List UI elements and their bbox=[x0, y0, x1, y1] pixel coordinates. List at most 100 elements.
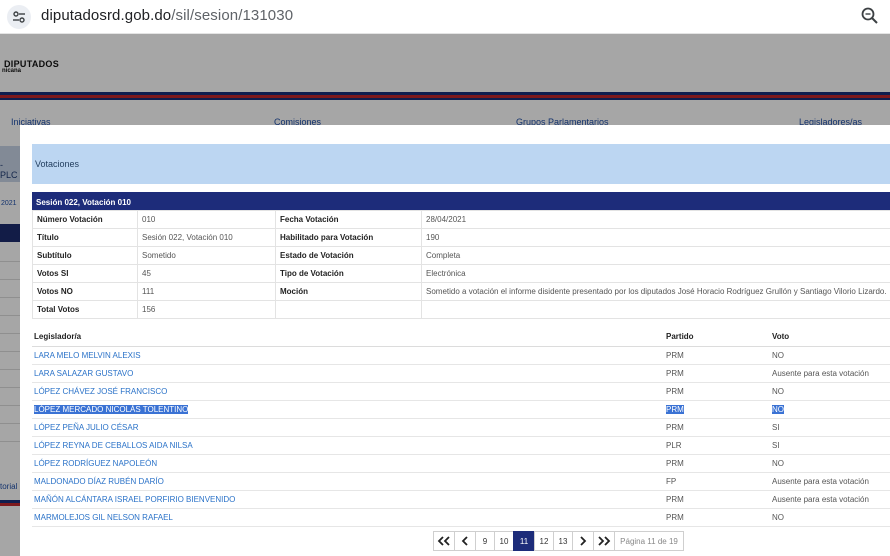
info-label: Número Votación bbox=[32, 210, 138, 229]
info-value: 156 bbox=[137, 300, 276, 319]
legislator-party: FP bbox=[664, 472, 770, 491]
column-header-legislador: Legislador/a bbox=[32, 328, 664, 347]
legislator-party: PRM bbox=[664, 346, 770, 365]
prev-page-button[interactable] bbox=[454, 531, 476, 551]
column-header-voto: Voto bbox=[770, 328, 890, 347]
legislator-row: MALDONADO DÍAZ RUBÉN DARÍO FP Ausente para… bbox=[32, 472, 890, 491]
vote-info-row: Total Votos 156 bbox=[32, 300, 890, 319]
legislator-row: LÓPEZ MERCADO NICOLÁS TOLENTINO PRM NO bbox=[32, 400, 890, 419]
legislator-row: LÓPEZ CHÁVEZ JOSÉ FRANCISCO PRM NO bbox=[32, 382, 890, 401]
legislators-table-header: Legislador/a Partido Voto bbox=[32, 328, 890, 347]
info-value: 010 bbox=[137, 210, 276, 229]
info-value: Sometido bbox=[137, 246, 276, 265]
legislator-name[interactable]: LARA MELO MELVIN ALEXIS bbox=[32, 346, 664, 365]
selected-text: PRM bbox=[666, 404, 684, 414]
legislator-row: MAÑÓN ALCÁNTARA ISRAEL PORFIRIO BIENVENI… bbox=[32, 490, 890, 509]
session-header: Sesión 022, Votación 010 bbox=[32, 192, 890, 210]
info-label bbox=[275, 300, 422, 319]
legislator-name[interactable]: MARMOLEJOS GIL NELSON RAFAEL bbox=[32, 508, 664, 527]
info-label: Estado de Votación bbox=[275, 246, 422, 265]
legislator-name[interactable]: LÓPEZ RODRÍGUEZ NAPOLEÓN bbox=[32, 454, 664, 473]
vote-summary: Sesión 022, Votación 010 Número Votación… bbox=[32, 192, 890, 319]
url-path: /sil/sesion/131030 bbox=[171, 7, 294, 24]
chevron-right-icon bbox=[580, 536, 587, 546]
site-settings-icon[interactable] bbox=[7, 5, 31, 29]
legislator-vote: SI bbox=[770, 436, 890, 455]
votaciones-modal: Votaciones Sesión 022, Votación 010 Núme… bbox=[20, 125, 890, 556]
vote-info-row: Título Sesión 022, Votación 010 Habilitado… bbox=[32, 228, 890, 247]
legislator-row: LÓPEZ RODRÍGUEZ NAPOLEÓN PRM NO bbox=[32, 454, 890, 473]
info-label: Tipo de Votación bbox=[275, 264, 422, 283]
selected-text: LÓPEZ MERCADO NICOLÁS TOLENTINO bbox=[34, 404, 189, 414]
zoom-icon[interactable] bbox=[860, 6, 880, 26]
info-label: Fecha Votación bbox=[275, 210, 422, 229]
legislator-name[interactable]: LÓPEZ CHÁVEZ JOSÉ FRANCISCO bbox=[32, 382, 664, 401]
legislator-party: PRM bbox=[664, 400, 770, 419]
legislator-vote: NO bbox=[770, 382, 890, 401]
last-page-button[interactable] bbox=[593, 531, 615, 551]
legislator-party: PRM bbox=[664, 508, 770, 527]
info-label: Título bbox=[32, 228, 138, 247]
page-button-11[interactable]: 11 bbox=[513, 531, 535, 551]
double-chevron-right-icon bbox=[598, 536, 611, 546]
url-host: diputadosrd.gob.do bbox=[41, 7, 172, 24]
vote-info-table: Número Votación 010 Fecha Votación 28/04/20… bbox=[32, 210, 890, 319]
legislator-vote: SI bbox=[770, 418, 890, 437]
legislator-vote: NO bbox=[770, 400, 890, 419]
legislator-party: PRM bbox=[664, 454, 770, 473]
info-label: Total Votos bbox=[32, 300, 138, 319]
legislator-name[interactable]: LÓPEZ REYNA DE CEBALLOS AIDA NILSA bbox=[32, 436, 664, 455]
legislator-name[interactable]: MAÑÓN ALCÁNTARA ISRAEL PORFIRIO BIENVENI… bbox=[32, 490, 664, 509]
legislator-party: PRM bbox=[664, 490, 770, 509]
pagination: 9 10 11 12 13 Página 11 de 19 bbox=[433, 531, 684, 551]
info-value: 28/04/2021 bbox=[421, 210, 890, 229]
page-button-12[interactable]: 12 bbox=[534, 531, 554, 551]
legislator-row: LARA SALAZAR GUSTAVO PRM Ausente para esta… bbox=[32, 364, 890, 383]
info-value: 45 bbox=[137, 264, 276, 283]
legislator-row: LÓPEZ PEÑA JULIO CÉSAR PRM SI bbox=[32, 418, 890, 437]
page-info: Página 11 de 19 bbox=[614, 531, 684, 551]
legislators-table: Legislador/a Partido Voto LARA MELO MELV… bbox=[32, 328, 890, 527]
chevron-left-icon bbox=[461, 536, 468, 546]
legislator-row: MARMOLEJOS GIL NELSON RAFAEL PRM NO bbox=[32, 508, 890, 527]
vote-info-row: Votos NO 111 Moción Sometido a votación el … bbox=[32, 282, 890, 301]
next-page-button[interactable] bbox=[572, 531, 594, 551]
info-value: 190 bbox=[421, 228, 890, 247]
vote-info-row: Subtítulo Sometido Estado de Votación Compl… bbox=[32, 246, 890, 265]
column-header-partido: Partido bbox=[664, 328, 770, 347]
legislator-vote: Ausente para esta votación bbox=[770, 472, 890, 491]
vote-info-row: Número Votación 010 Fecha Votación 28/04/20… bbox=[32, 210, 890, 229]
legislator-name[interactable]: LÓPEZ MERCADO NICOLÁS TOLENTINO bbox=[32, 400, 664, 419]
legislator-vote: Ausente para esta votación bbox=[770, 364, 890, 383]
page-button-9[interactable]: 9 bbox=[475, 531, 495, 551]
legislator-vote: Ausente para esta votación bbox=[770, 490, 890, 509]
modal-header: Votaciones bbox=[32, 144, 890, 184]
info-label: Habilitado para Votación bbox=[275, 228, 422, 247]
info-label: Votos NO bbox=[32, 282, 138, 301]
legislator-vote: NO bbox=[770, 454, 890, 473]
first-page-button[interactable] bbox=[433, 531, 455, 551]
legislator-vote: NO bbox=[770, 508, 890, 527]
info-value bbox=[421, 300, 890, 319]
legislator-party: PRM bbox=[664, 418, 770, 437]
page-button-13[interactable]: 13 bbox=[553, 531, 573, 551]
legislator-name[interactable]: MALDONADO DÍAZ RUBÉN DARÍO bbox=[32, 472, 664, 491]
legislator-vote: NO bbox=[770, 346, 890, 365]
double-chevron-left-icon bbox=[437, 536, 450, 546]
selected-text: NO bbox=[772, 404, 784, 414]
browser-address-bar: diputadosrd.gob.do/sil/sesion/131030 bbox=[0, 0, 890, 34]
info-label: Moción bbox=[275, 282, 422, 301]
info-value: 111 bbox=[137, 282, 276, 301]
legislator-name[interactable]: LÓPEZ PEÑA JULIO CÉSAR bbox=[32, 418, 664, 437]
legislator-name[interactable]: LARA SALAZAR GUSTAVO bbox=[32, 364, 664, 383]
info-label: Subtítulo bbox=[32, 246, 138, 265]
page-button-10[interactable]: 10 bbox=[494, 531, 514, 551]
legislator-row: LÓPEZ REYNA DE CEBALLOS AIDA NILSA PLR SI bbox=[32, 436, 890, 455]
vote-info-row: Votos SI 45 Tipo de Votación Electrónica bbox=[32, 264, 890, 283]
modal-title: Votaciones bbox=[35, 159, 80, 169]
legislator-party: PRM bbox=[664, 364, 770, 383]
legislator-party: PRM bbox=[664, 382, 770, 401]
url-field[interactable]: diputadosrd.gob.do/sil/sesion/131030 bbox=[41, 7, 293, 24]
info-value: Sometido a votación el informe disidente… bbox=[421, 282, 890, 301]
info-value: Completa bbox=[421, 246, 890, 265]
